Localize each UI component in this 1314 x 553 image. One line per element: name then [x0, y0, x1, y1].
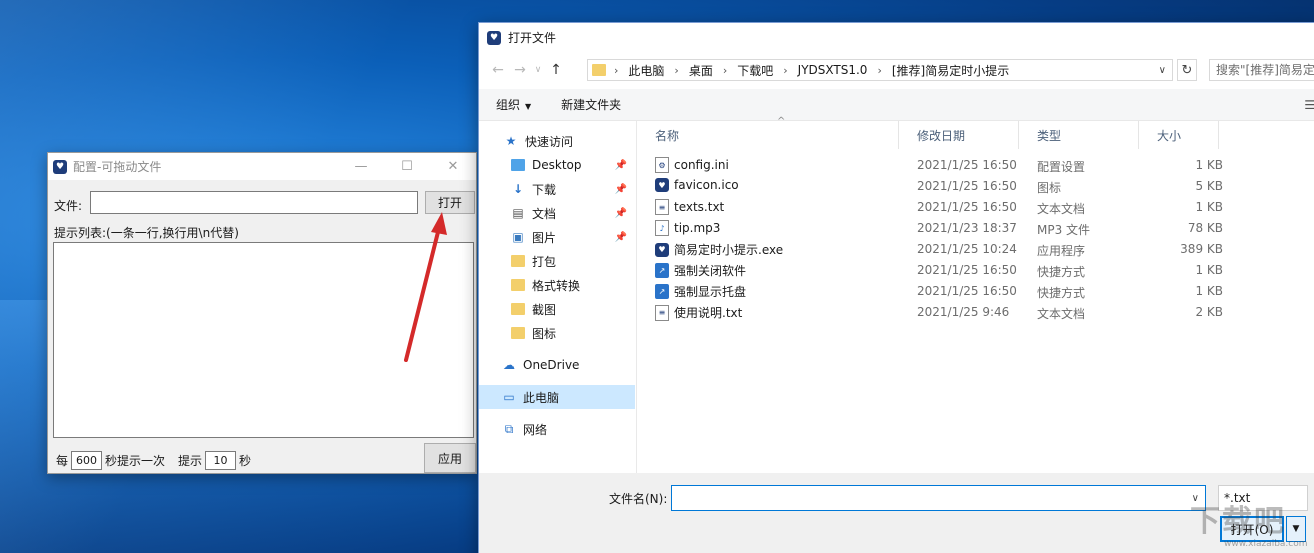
watermark-logo: 下载吧 [1190, 504, 1286, 539]
annotation-arrow-icon [404, 212, 447, 362]
watermark-url: www.xiazaiba.com [1224, 539, 1308, 549]
